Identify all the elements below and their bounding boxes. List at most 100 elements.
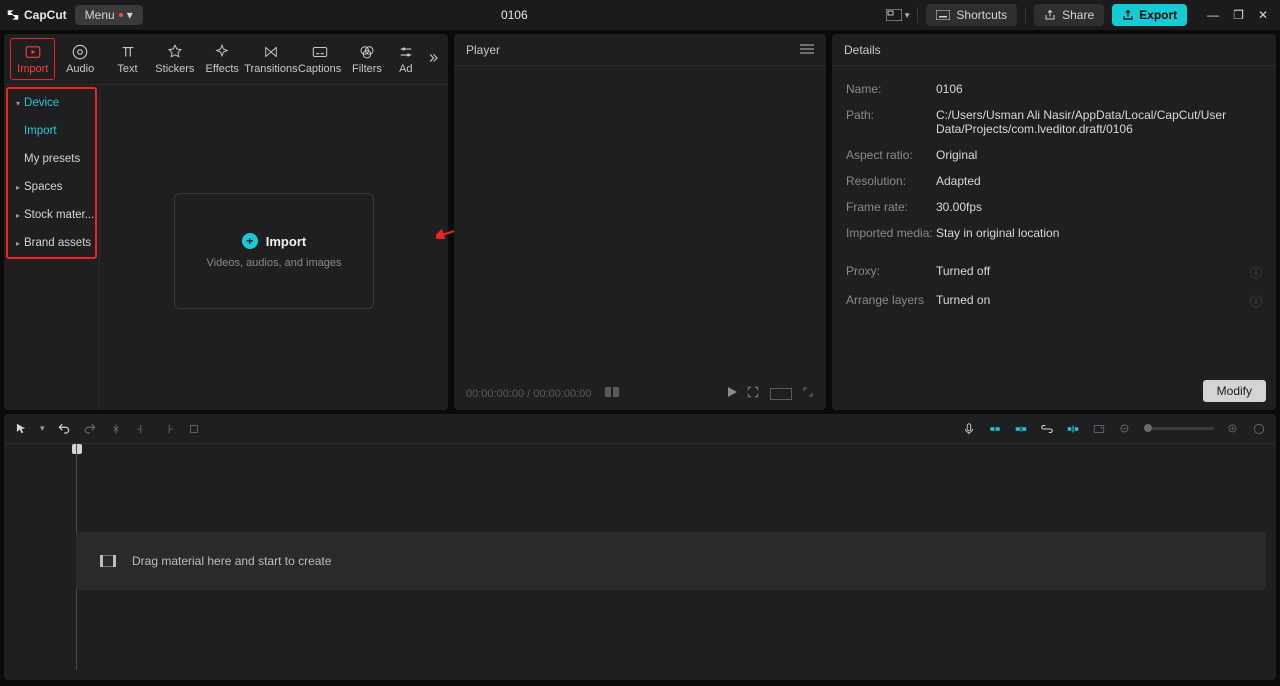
tab-filters[interactable]: Filters [344, 39, 389, 79]
tabs-scroll-right[interactable] [422, 47, 444, 72]
menu-icon [800, 44, 814, 54]
tab-label: Import [17, 63, 48, 75]
record-audio-button[interactable] [962, 422, 976, 436]
menu-unsaved-dot-icon [119, 13, 123, 17]
shortcuts-button[interactable]: Shortcuts [926, 4, 1017, 26]
fullscreen-button[interactable] [802, 386, 814, 401]
maximize-button[interactable]: ❐ [1233, 8, 1244, 22]
play-icon [726, 386, 738, 398]
detail-val-name: 0106 [936, 82, 1262, 96]
film-icon [100, 555, 116, 567]
zoom-fit-button[interactable] [1252, 422, 1266, 436]
tab-text[interactable]: Text [105, 39, 150, 79]
titlebar-right: ▾ Shortcuts Share Export — ❐ ✕ [886, 4, 1274, 26]
effects-icon [213, 43, 231, 61]
tab-import[interactable]: Import [10, 38, 55, 80]
divider [1025, 7, 1026, 23]
divider [917, 7, 918, 23]
share-button[interactable]: Share [1034, 4, 1104, 26]
auto-snap-button[interactable] [1014, 422, 1028, 436]
sidebar-item-presets[interactable]: My presets [8, 145, 95, 173]
transitions-icon [262, 43, 280, 61]
chevrons-right-icon [426, 51, 440, 65]
cover-button[interactable] [1092, 422, 1106, 436]
expand-icon [802, 386, 814, 398]
player-panel: Player 00:00:00:00 / 00:00:00:00 [454, 34, 826, 410]
menu-button[interactable]: Menu ▾ [75, 5, 143, 25]
sidebar-item-device[interactable]: ▾Device [8, 89, 95, 117]
shortcuts-label: Shortcuts [956, 8, 1007, 22]
import-icon [24, 43, 42, 61]
tab-captions[interactable]: Captions [297, 39, 342, 79]
player-scale-button[interactable] [746, 385, 760, 402]
timeline-area[interactable]: Drag material here and start to create [4, 444, 1276, 680]
sidebar-item-label: Spaces [24, 181, 62, 193]
adjust-icon [397, 43, 415, 61]
sidebar-item-brand[interactable]: ▸Brand assets [8, 229, 95, 257]
preview-axis-button[interactable] [1066, 422, 1080, 436]
export-button[interactable]: Export [1112, 4, 1187, 26]
redo-button[interactable] [83, 422, 97, 436]
import-dropzone[interactable]: + Import Videos, audios, and images [174, 193, 374, 309]
menu-label: Menu [85, 8, 115, 22]
detail-val-aspect: Original [936, 148, 1262, 162]
sidebar-item-spaces[interactable]: ▸Spaces [8, 173, 95, 201]
detail-key-resolution: Resolution: [846, 174, 936, 188]
tab-audio[interactable]: Audio [57, 39, 102, 79]
main-track-magnet-button[interactable] [988, 422, 1002, 436]
keyboard-icon [936, 10, 950, 20]
zoom-out-button[interactable] [1118, 422, 1132, 436]
tab-effects[interactable]: Effects [200, 39, 245, 79]
detail-val-fps: 30.00fps [936, 200, 1262, 214]
text-icon [119, 43, 137, 61]
player-ratio-button[interactable] [770, 388, 792, 400]
app-logo: CapCut [6, 8, 67, 22]
info-icon[interactable]: ⓘ [1250, 293, 1262, 310]
quality-icon [605, 387, 619, 397]
zoom-knob[interactable] [1144, 424, 1152, 432]
tab-label: Text [117, 63, 137, 75]
info-icon[interactable]: ⓘ [1250, 264, 1262, 281]
detail-key-path: Path: [846, 108, 936, 136]
linkage-button[interactable] [1040, 422, 1054, 436]
chevron-down-icon: ▾ [127, 8, 133, 22]
sidebar-item-stock[interactable]: ▸Stock mater... [8, 201, 95, 229]
playhead-handle[interactable] [72, 444, 82, 454]
player-menu-button[interactable] [800, 43, 814, 57]
delete-button[interactable] [187, 422, 201, 436]
tab-label: Effects [206, 63, 239, 75]
import-dropzone-title: Import [266, 234, 306, 249]
close-button[interactable]: ✕ [1258, 8, 1268, 22]
pointer-tool[interactable] [14, 422, 28, 436]
share-icon [1044, 9, 1056, 21]
tab-label: Captions [298, 63, 341, 75]
player-quality-button[interactable] [605, 387, 619, 400]
zoom-slider[interactable] [1144, 427, 1214, 430]
tab-label: Audio [66, 63, 94, 75]
player-title: Player [466, 43, 500, 57]
player-viewport[interactable] [454, 66, 826, 378]
media-main: + Import Videos, audios, and images [100, 85, 448, 410]
titlebar: CapCut Menu ▾ 0106 ▾ Shortcuts Share Exp… [0, 0, 1280, 30]
timeline-dropzone[interactable]: Drag material here and start to create [76, 532, 1266, 590]
share-label: Share [1062, 8, 1094, 22]
tab-stickers[interactable]: Stickers [152, 39, 197, 79]
media-tabs: Import Audio Text Stickers Effects Trans… [4, 34, 448, 85]
play-button[interactable] [726, 386, 738, 401]
tab-label: Transitions [244, 63, 297, 75]
chevron-down-icon: ▾ [905, 10, 910, 21]
tab-adjust[interactable]: Ad [392, 39, 420, 79]
sidebar-item-import[interactable]: Import [8, 117, 95, 145]
minimize-button[interactable]: — [1207, 8, 1219, 22]
modify-button[interactable]: Modify [1203, 380, 1266, 402]
detail-key-fps: Frame rate: [846, 200, 936, 214]
split-tool[interactable] [109, 422, 123, 436]
zoom-in-button[interactable] [1226, 422, 1240, 436]
media-sidebar: ▾Device Import My presets ▸Spaces ▸Stock… [4, 85, 100, 410]
tool-dropdown[interactable]: ▾ [40, 423, 45, 434]
undo-button[interactable] [57, 422, 71, 436]
layout-preset-button[interactable]: ▾ [886, 9, 910, 21]
delete-right-button[interactable] [161, 422, 175, 436]
tab-transitions[interactable]: Transitions [247, 39, 295, 79]
delete-left-button[interactable] [135, 422, 149, 436]
